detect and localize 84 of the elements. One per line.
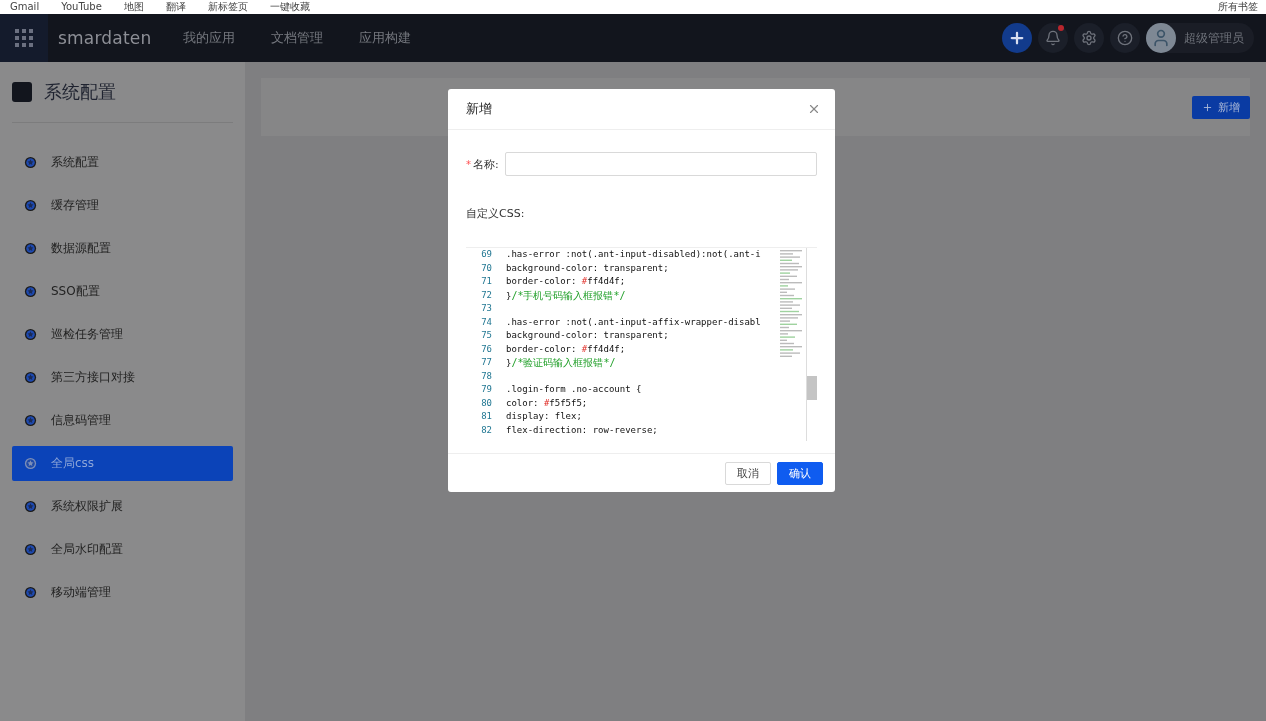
app-grid-button[interactable]	[0, 14, 48, 62]
field-label: 名称:	[473, 156, 499, 172]
star-icon	[24, 156, 37, 169]
star-icon	[24, 586, 37, 599]
bookmark-link[interactable]: YouTube	[61, 0, 102, 14]
sidebar-item[interactable]: 全局css	[12, 446, 233, 481]
code-editor[interactable]	[466, 247, 817, 441]
code-line: background-color: transparent;	[506, 261, 669, 275]
star-icon	[24, 543, 37, 556]
code-line: flex-direction: row-reverse;	[506, 423, 658, 437]
line-number: 69	[480, 248, 493, 261]
code-line: .has-error :not(.ant-input-affix-wrapper-disabl	[506, 315, 761, 329]
line-number: 73	[480, 302, 493, 315]
line-number: 77	[480, 356, 493, 369]
close-button[interactable]	[807, 102, 821, 116]
star-icon	[24, 457, 37, 470]
settings-icon	[1081, 30, 1097, 46]
line-number: 74	[480, 315, 493, 329]
bookmark-link[interactable]: 翻译	[165, 0, 186, 14]
plus-icon	[1008, 29, 1026, 47]
code-line: background-color: transparent;	[506, 329, 669, 342]
code-line: display: flex;	[506, 410, 582, 423]
sidebar-item[interactable]: 巡检任务管理	[12, 317, 233, 352]
star-icon	[24, 414, 37, 427]
sidebar-item[interactable]: 系统权限扩展	[12, 489, 233, 524]
add-button[interactable]: 新增	[1192, 95, 1250, 119]
settings-button[interactable]	[1074, 23, 1104, 53]
help-icon	[1117, 30, 1133, 46]
line-number: 80	[480, 396, 493, 410]
line-number: 82	[480, 423, 493, 437]
sidebar-title: 系统配置	[44, 80, 116, 104]
star-icon	[24, 328, 37, 341]
field-label: 自定义CSS:	[466, 206, 526, 221]
code-line: .has-error :not(.ant-input-disabled):not(.ant-i	[506, 248, 761, 261]
logo: smardaten	[58, 28, 152, 48]
person-icon	[1151, 28, 1171, 48]
add-button[interactable]	[1002, 23, 1032, 53]
sidebar-item[interactable]: 系统配置	[12, 145, 233, 180]
code-line: }/*手机号码输入框报错*/	[506, 288, 626, 302]
star-icon	[24, 371, 37, 384]
line-number: 79	[480, 383, 493, 396]
avatar[interactable]	[1146, 23, 1176, 53]
nav-link[interactable]: 应用构建	[341, 29, 430, 47]
line-number: 71	[480, 275, 493, 288]
required-mark: *	[466, 158, 471, 170]
code-line: border-color: #ff4d4f;	[506, 342, 626, 356]
line-number: 81	[480, 410, 493, 423]
bookmark-link[interactable]: 一键收藏	[269, 0, 310, 14]
nav-link[interactable]: 文档管理	[253, 29, 342, 47]
name-input-field[interactable]	[504, 152, 817, 176]
bookmark-link[interactable]: Gmail	[10, 0, 40, 14]
nav-link[interactable]: 我的应用	[165, 29, 254, 47]
bookmark-link[interactable]: 新标签页	[207, 0, 248, 14]
line-number: 75	[480, 329, 493, 342]
star-icon	[24, 285, 37, 298]
help-button[interactable]	[1110, 23, 1140, 53]
sidebar-item[interactable]: 第三方接口对接	[12, 360, 233, 395]
line-number: 78	[480, 369, 493, 383]
code-line: border-color: #ff4d4f;	[506, 275, 626, 288]
code-line: }/*验证码输入框报错*/	[506, 356, 616, 370]
sidebar-item[interactable]: 信息码管理	[12, 403, 233, 438]
line-number: 76	[480, 342, 493, 356]
close-icon	[807, 102, 821, 116]
star-icon	[24, 500, 37, 513]
code-line: color: #f5f5f5;	[506, 396, 588, 410]
code-line: .login-form .no-account {	[506, 383, 642, 396]
scrollbar[interactable]	[806, 248, 817, 441]
bookmark-link[interactable]: 地图	[123, 0, 144, 14]
line-number: 72	[480, 288, 493, 302]
confirm-button[interactable]: 确认	[777, 461, 823, 485]
star-icon	[24, 242, 37, 255]
sidebar-item[interactable]: SSO配置	[12, 274, 233, 309]
line-number: 70	[480, 261, 493, 275]
all-bookmarks-link[interactable]: 所有书签	[1218, 0, 1258, 14]
notification-button[interactable]	[1038, 23, 1068, 53]
star-icon	[24, 199, 37, 212]
sidebar-item[interactable]: 数据源配置	[12, 231, 233, 266]
sidebar-item[interactable]: 移动端管理	[12, 575, 233, 610]
sidebar-item[interactable]: 全局水印配置	[12, 532, 233, 567]
sidebar-item[interactable]: 缓存管理	[12, 188, 233, 223]
cancel-button[interactable]: 取消	[725, 461, 771, 485]
plus-icon	[1202, 101, 1213, 113]
dialog-title: 新增	[466, 100, 492, 118]
bell-icon	[1045, 30, 1061, 46]
